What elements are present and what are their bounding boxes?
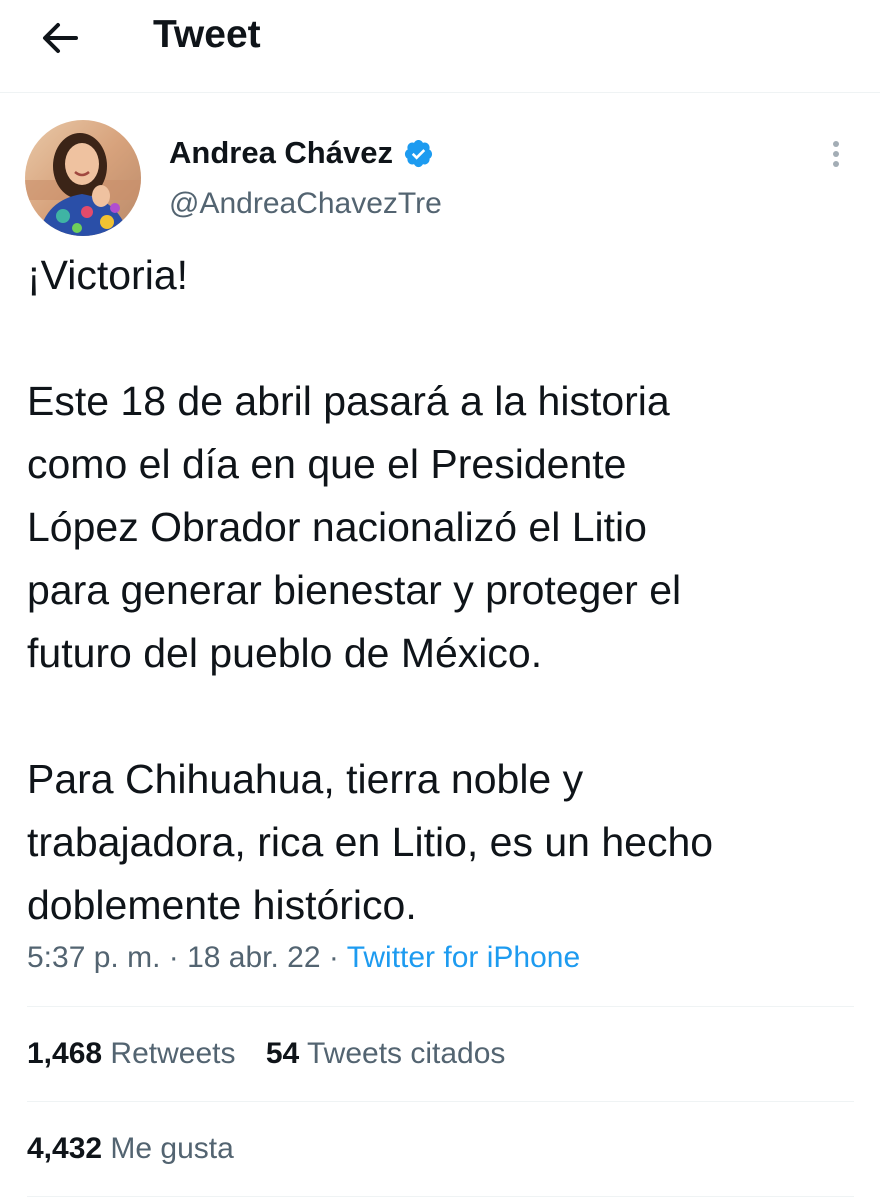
engagement-stats-row: 1,468 Retweets 54 Tweets citados <box>27 1034 527 1074</box>
page-title: Tweet <box>153 13 261 56</box>
author-handle[interactable]: @AndreaChavezTre <box>169 186 442 222</box>
divider <box>27 1006 854 1007</box>
tweet-text: ¡Victoria! Este 18 de abril pasará a la … <box>27 244 867 937</box>
quote-tweets-stat[interactable]: 54 Tweets citados <box>266 1034 506 1074</box>
divider <box>27 1101 854 1102</box>
display-name[interactable]: Andrea Chávez <box>169 134 393 172</box>
meta-separator: · <box>328 941 339 974</box>
retweets-count: 1,468 <box>27 1037 103 1070</box>
retweets-label: Retweets <box>110 1037 236 1070</box>
more-vertical-icon <box>833 141 839 167</box>
arrow-left-icon <box>43 23 78 53</box>
likes-label: Me gusta <box>110 1132 234 1165</box>
divider <box>27 1196 854 1197</box>
tweet-paragraph: ¡Victoria! <box>27 252 189 298</box>
tweet-date[interactable]: 18 abr. 22 <box>187 941 320 974</box>
tweet-paragraph: Para Chihuahua, tierra noble y trabajado… <box>27 756 714 928</box>
tweet-paragraph: Este 18 de abril pasará a la historia co… <box>27 378 682 676</box>
avatar-image <box>25 120 141 236</box>
top-bar: Tweet <box>0 0 880 93</box>
tweet-source-link[interactable]: Twitter for iPhone <box>347 941 580 974</box>
likes-stat[interactable]: 4,432 Me gusta <box>27 1129 234 1169</box>
back-button[interactable] <box>36 14 84 62</box>
retweets-stat[interactable]: 1,468 Retweets <box>27 1034 235 1074</box>
tweet-time[interactable]: 5:37 p. m. <box>27 941 160 974</box>
avatar[interactable] <box>25 120 141 236</box>
verified-badge-icon <box>403 138 434 169</box>
likes-count: 4,432 <box>27 1132 103 1165</box>
meta-separator: · <box>168 941 179 974</box>
more-options-button[interactable] <box>818 134 854 174</box>
likes-stats-row: 4,432 Me gusta <box>27 1129 256 1169</box>
quotes-count: 54 <box>265 1037 300 1070</box>
quotes-label: Tweets citados <box>307 1037 506 1070</box>
tweet-meta: 5:37 p. m. · 18 abr. 22 · Twitter for iP… <box>27 938 580 978</box>
author-name[interactable]: Andrea Chávez <box>169 134 434 172</box>
